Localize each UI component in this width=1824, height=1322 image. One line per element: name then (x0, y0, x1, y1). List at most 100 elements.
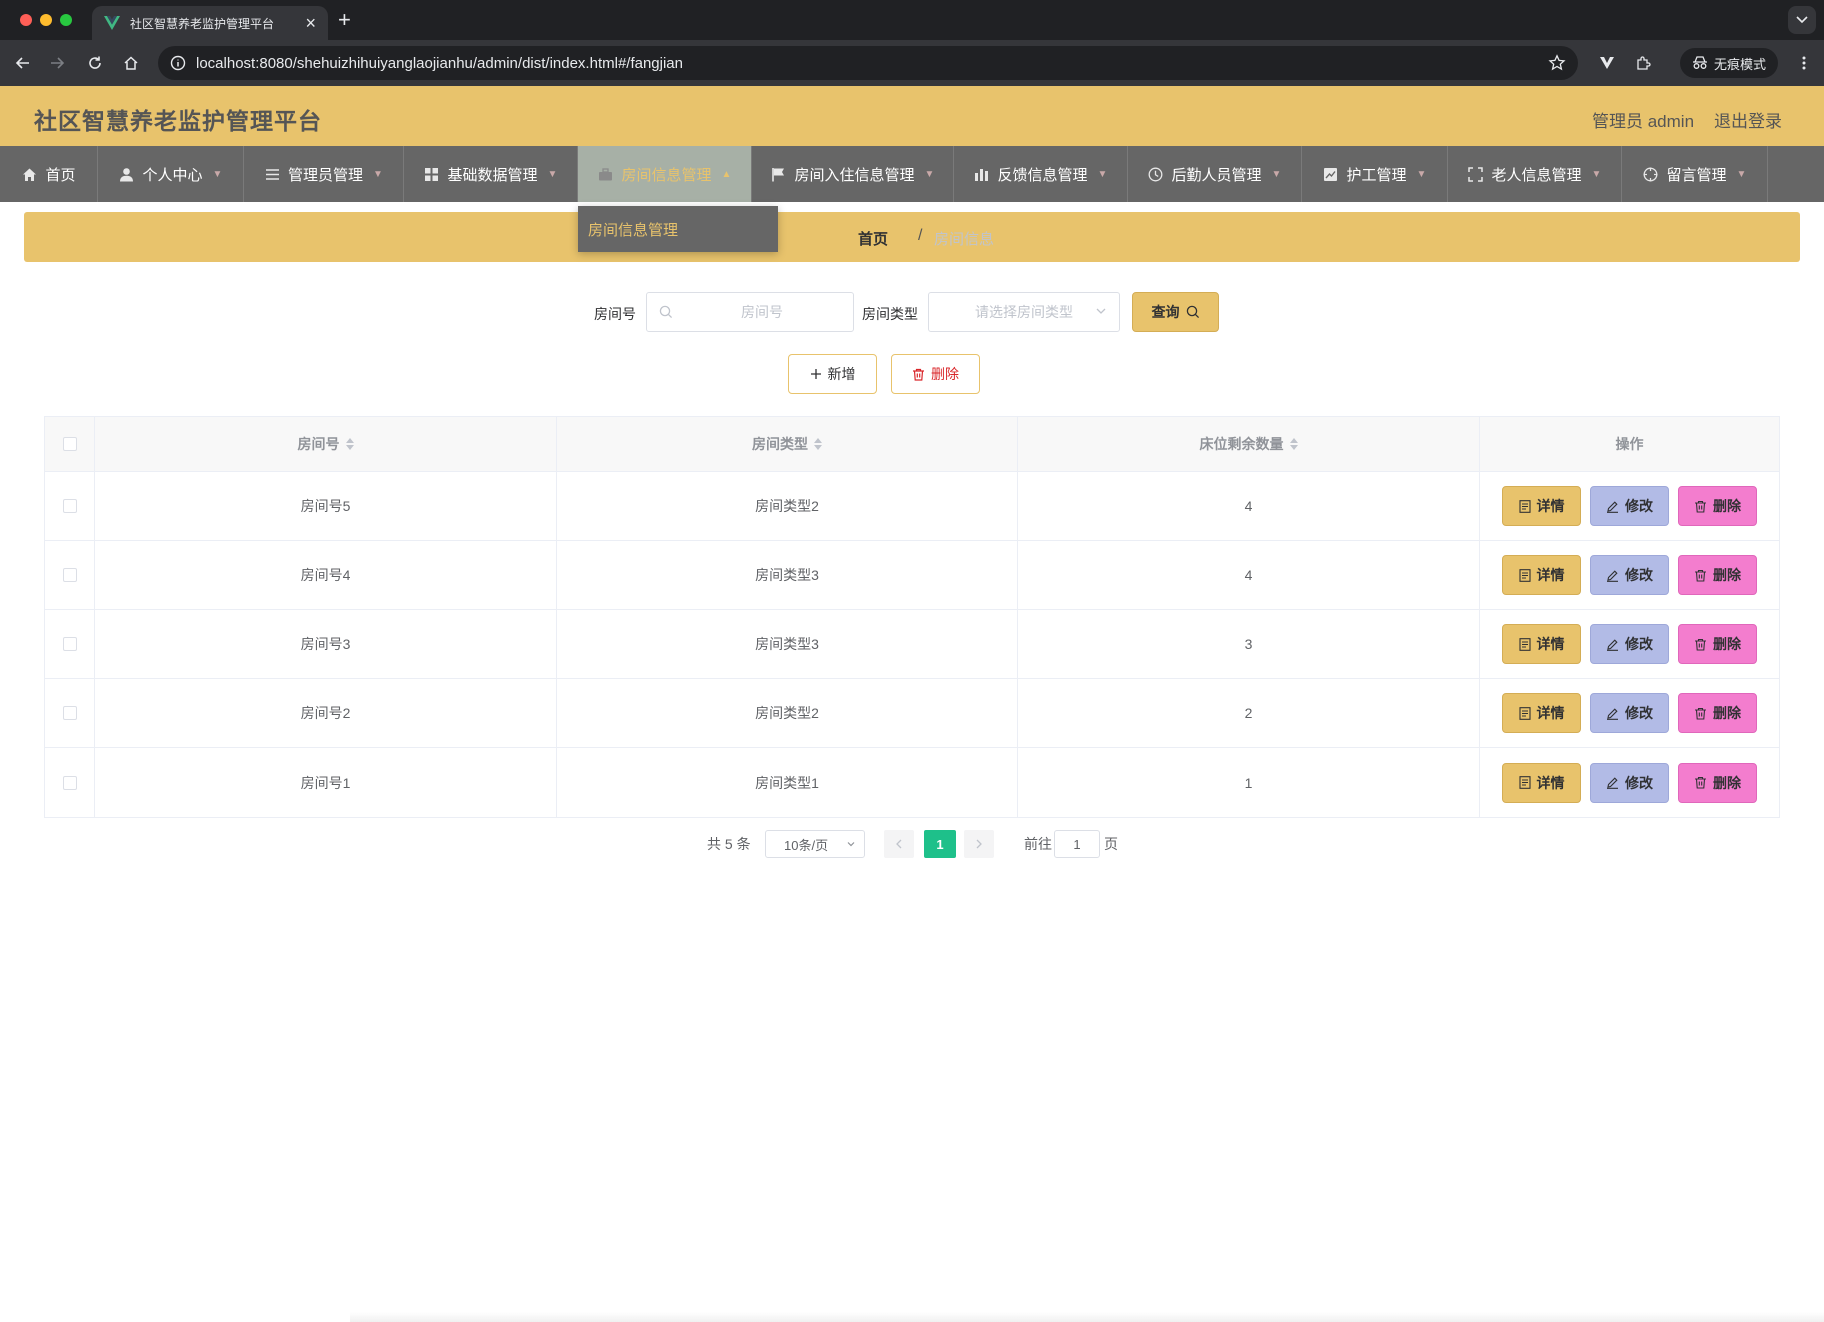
edit-button[interactable]: 修改 (1590, 555, 1669, 595)
nav-item-caregiver[interactable]: 护工管理 ▼ (1302, 146, 1448, 202)
close-window-button[interactable] (20, 14, 32, 26)
delete-button[interactable]: 删除 (1678, 624, 1757, 664)
nav-item-feedback[interactable]: 反馈信息管理 ▼ (954, 146, 1128, 202)
add-button[interactable]: 新增 (788, 354, 877, 394)
nav-item-logistics[interactable]: 后勤人员管理 ▼ (1128, 146, 1302, 202)
delete-button[interactable]: 删除 (1678, 762, 1757, 803)
sort-icon[interactable] (1289, 438, 1298, 450)
room-no-cell: 房间号3 (95, 610, 557, 678)
room-no-field[interactable] (646, 292, 854, 332)
edit-label: 修改 (1625, 705, 1653, 721)
detail-button[interactable]: 详情 (1502, 486, 1581, 526)
back-button[interactable] (10, 50, 36, 76)
nav-item-profile[interactable]: 个人中心 ▼ (98, 146, 244, 202)
edit-button[interactable]: 修改 (1590, 762, 1669, 803)
next-page-button[interactable] (964, 830, 994, 858)
row-checkbox[interactable] (62, 499, 77, 513)
nav-item-check-in[interactable]: 房间入住信息管理 ▼ (752, 146, 954, 202)
header-select-cell (45, 417, 95, 471)
breadcrumb-home[interactable]: 首页 (858, 228, 888, 249)
detail-button[interactable]: 详情 (1502, 555, 1581, 595)
edit-label: 修改 (1625, 498, 1653, 514)
row-checkbox[interactable] (62, 568, 77, 582)
sort-icon[interactable] (345, 438, 354, 450)
browser-menu-button[interactable] (1794, 50, 1814, 76)
submenu-room-info[interactable]: 房间信息管理 (578, 206, 778, 252)
address-bar[interactable]: localhost:8080/shehuizhihuiyanglaojianhu… (158, 46, 1578, 80)
edit-button[interactable]: 修改 (1590, 624, 1669, 664)
chevron-down-icon: ▼ (924, 168, 935, 180)
goto-page-input[interactable]: 1 (1054, 830, 1100, 858)
bookmark-star-icon[interactable] (1548, 54, 1566, 72)
reload-icon (89, 56, 101, 69)
browser-tab[interactable]: 社区智慧养老监护管理平台 × (92, 6, 328, 40)
incognito-icon (1693, 56, 1707, 69)
sort-icon[interactable] (814, 438, 822, 450)
document-icon (1518, 706, 1531, 720)
column-header-room-no[interactable]: 房间号 (95, 417, 557, 471)
detail-button[interactable]: 详情 (1502, 624, 1581, 664)
table-row: 房间号3 房间类型3 3 详情 修改 删除 (45, 610, 1779, 679)
chevron-down-icon: ▼ (1271, 168, 1282, 180)
detail-button[interactable]: 详情 (1502, 762, 1581, 803)
extension-v-button[interactable] (1594, 50, 1620, 76)
detail-button[interactable]: 详情 (1502, 693, 1581, 733)
column-header-room-type[interactable]: 房间类型 (557, 417, 1018, 471)
nav-item-home[interactable]: 首页 (0, 146, 98, 202)
delete-label: 删除 (931, 366, 959, 382)
nav-item-basic-data[interactable]: 基础数据管理 ▼ (404, 146, 578, 202)
row-checkbox[interactable] (62, 637, 77, 651)
select-all-checkbox[interactable] (62, 437, 77, 451)
more-vertical-icon (1802, 56, 1806, 70)
puzzle-icon (1637, 56, 1651, 70)
room-table: 房间号 房间类型 床位剩余数量 操作 房间号5 房间类型2 4 详情 修改 删除… (44, 416, 1780, 818)
column-header-beds-left[interactable]: 床位剩余数量 (1018, 417, 1480, 471)
tab-search-button[interactable] (1788, 6, 1816, 34)
forward-button[interactable] (44, 50, 70, 76)
delete-button[interactable]: 删除 (1678, 693, 1757, 733)
page-size-select[interactable]: 10条/页 (765, 830, 865, 858)
delete-button[interactable]: 删除 (1678, 555, 1757, 595)
room-no-input[interactable] (677, 293, 847, 331)
maximize-window-button[interactable] (60, 14, 72, 26)
admin-label: 管理员 admin (1592, 112, 1695, 131)
batch-delete-button[interactable]: 删除 (891, 354, 980, 394)
table-row: 房间号2 房间类型2 2 详情 修改 删除 (45, 679, 1779, 748)
room-no-cell: 房间号1 (95, 748, 557, 817)
delete-button[interactable]: 删除 (1678, 486, 1757, 526)
chevron-down-icon: ▼ (1736, 168, 1747, 180)
nav-item-elderly[interactable]: 老人信息管理 ▼ (1448, 146, 1622, 202)
reload-button[interactable] (82, 50, 108, 76)
edit-button[interactable]: 修改 (1590, 486, 1669, 526)
nav-item-messages[interactable]: 留言管理 ▼ (1622, 146, 1768, 202)
row-checkbox[interactable] (62, 706, 77, 720)
nav-item-admin-management[interactable]: 管理员管理 ▼ (244, 146, 404, 202)
logout-link[interactable]: 退出登录 (1714, 107, 1782, 132)
edit-label: 修改 (1625, 636, 1653, 652)
url-text[interactable]: localhost:8080/shehuizhihuiyanglaojianhu… (196, 55, 1548, 72)
app-title: 社区智慧养老监护管理平台 (34, 108, 322, 134)
arrow-left-icon (15, 57, 29, 69)
nav-item-room-info[interactable]: 房间信息管理 ▲ (578, 146, 752, 202)
page-number-button[interactable]: 1 (924, 830, 956, 858)
beds-left-cell: 4 (1018, 472, 1480, 540)
edit-button[interactable]: 修改 (1590, 693, 1669, 733)
trash-icon (1695, 707, 1706, 720)
nav-item-label: 房间入住信息管理 (794, 166, 915, 184)
trash-icon (1695, 776, 1706, 789)
close-tab-icon[interactable]: × (305, 14, 316, 32)
query-button[interactable]: 查询 (1132, 292, 1219, 332)
new-tab-button[interactable]: + (338, 7, 351, 33)
beds-left-cell: 2 (1018, 679, 1480, 747)
prev-page-button[interactable] (884, 830, 914, 858)
room-type-select[interactable]: 请选择房间类型 (928, 292, 1120, 332)
site-info-icon[interactable] (170, 55, 186, 71)
home-button[interactable] (118, 50, 144, 76)
row-select-cell (45, 472, 95, 540)
extensions-button[interactable] (1630, 50, 1656, 76)
row-checkbox[interactable] (62, 775, 77, 790)
incognito-indicator[interactable]: 无痕模式 (1680, 48, 1779, 78)
flag-icon (771, 166, 787, 182)
search-icon (1186, 305, 1199, 319)
minimize-window-button[interactable] (40, 14, 52, 26)
